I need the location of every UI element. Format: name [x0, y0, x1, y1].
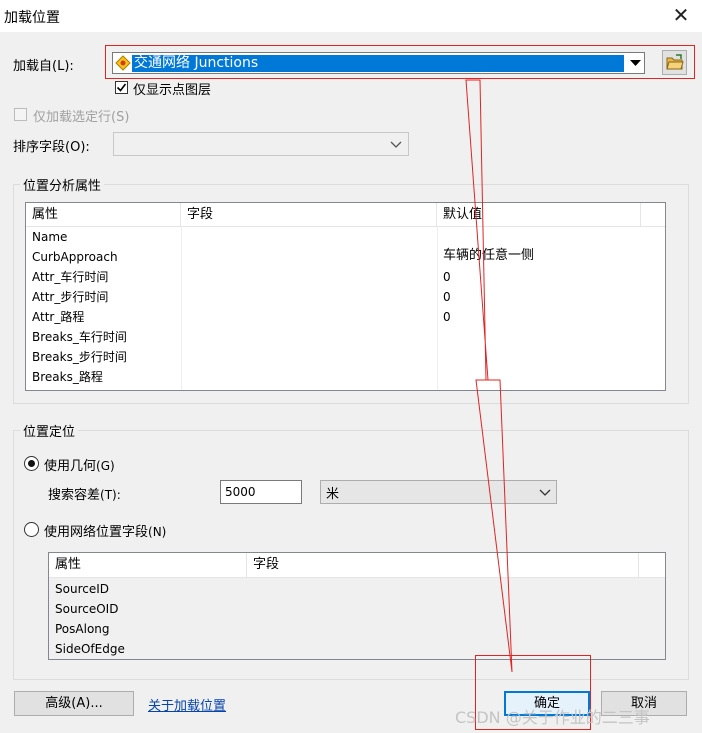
annotation-arrow [465, 79, 513, 673]
watermark: CSDN @关于作业的二三事 [455, 708, 650, 727]
